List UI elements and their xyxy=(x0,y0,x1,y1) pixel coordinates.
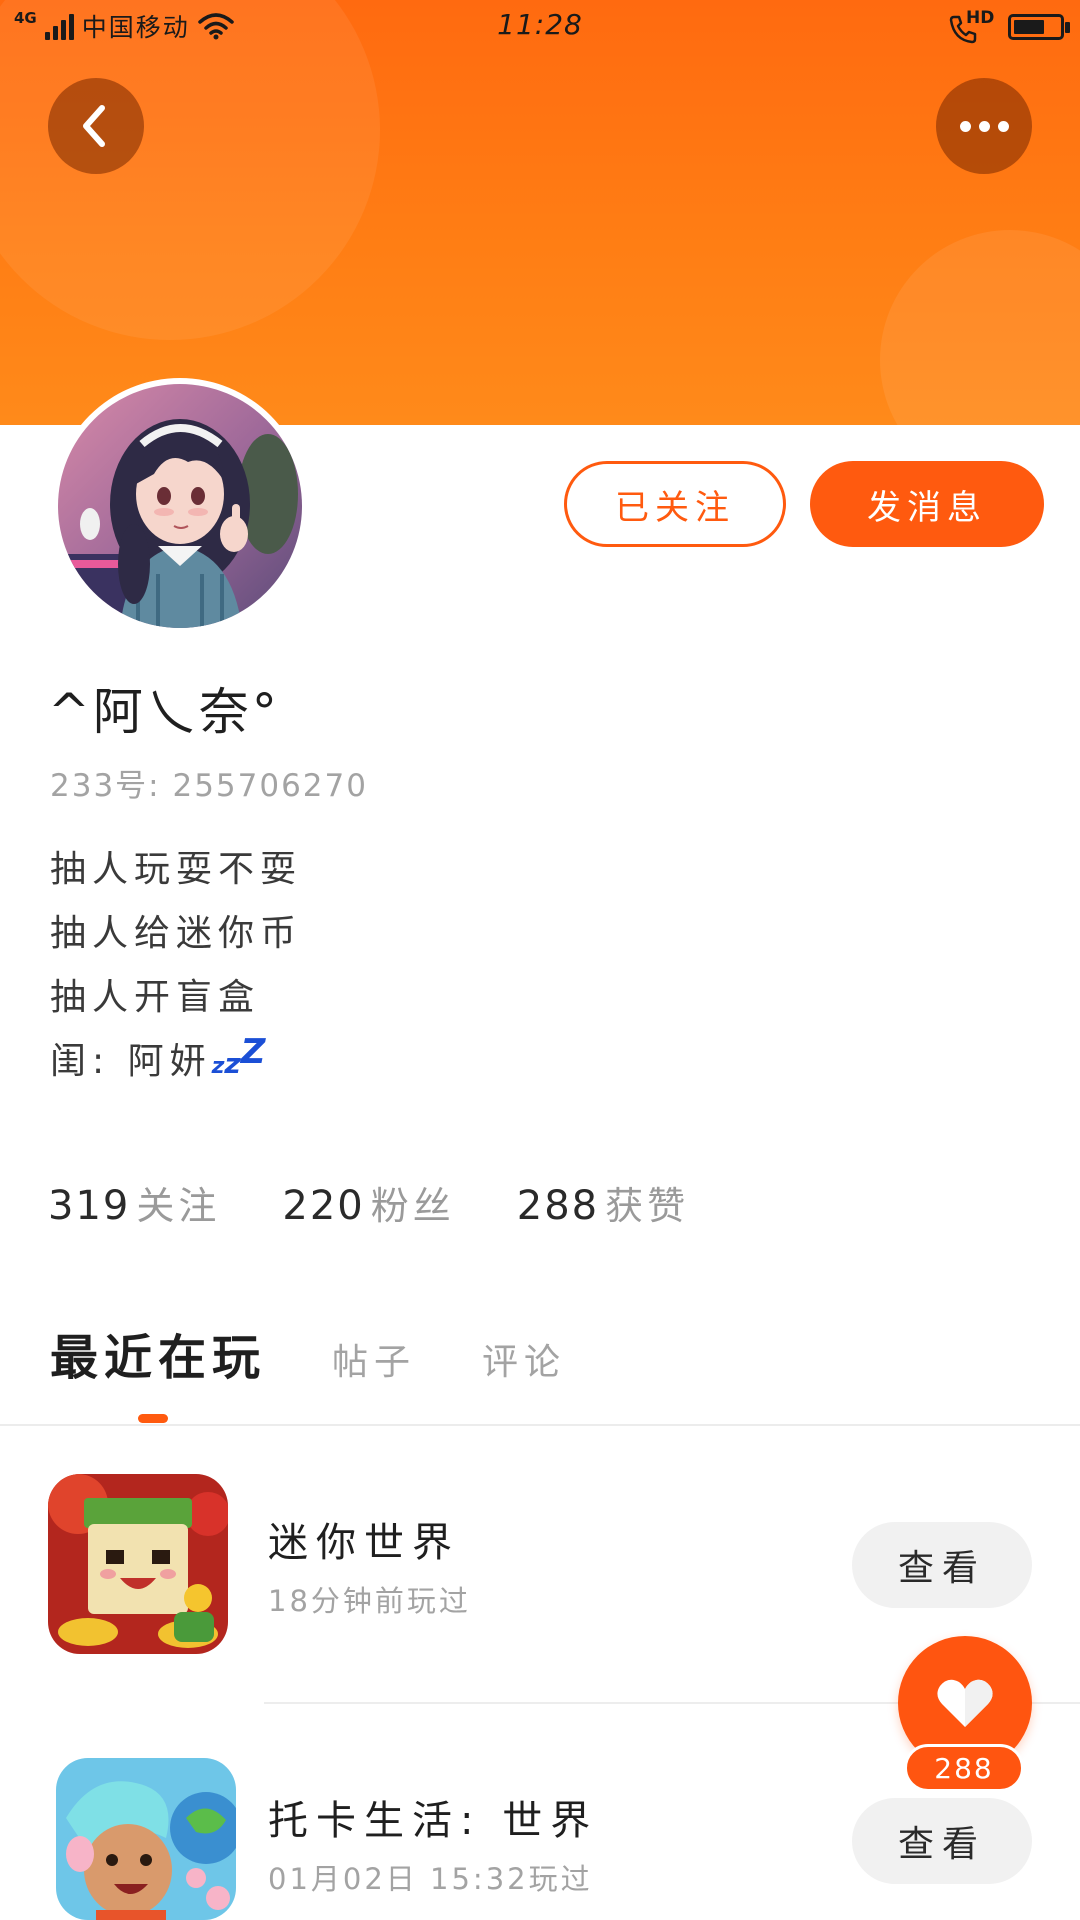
active-tab-indicator xyxy=(138,1414,168,1423)
back-button[interactable] xyxy=(48,78,144,174)
hd-label: HD xyxy=(966,8,995,28)
game-title[interactable]: 托卡生活: 世界 xyxy=(268,1788,598,1846)
stat-label: 获赞 xyxy=(605,1184,690,1228)
chevron-left-icon xyxy=(83,105,105,147)
following-button[interactable]: 已关注 xyxy=(564,461,786,547)
stat-value: 288 xyxy=(516,1183,600,1229)
send-message-button[interactable]: 发消息 xyxy=(810,461,1044,547)
bio-line: 闺: 阿妍zzZ xyxy=(50,1030,302,1099)
stat-following[interactable]: 319 关注 xyxy=(48,1175,220,1230)
game-title[interactable]: 迷你世界 xyxy=(268,1510,460,1568)
stat-label: 粉丝 xyxy=(370,1184,455,1228)
view-game-button[interactable]: 查看 xyxy=(852,1798,1032,1884)
battery-icon xyxy=(1008,14,1070,40)
game-last-played: 01月02日 15:32玩过 xyxy=(268,1862,593,1896)
profile-nickname: ^阿乀奈° xyxy=(48,683,280,741)
hd-call-icon: HD xyxy=(948,8,995,44)
bio-line: 抽人玩耍不耍 xyxy=(50,849,303,890)
stat-followers[interactable]: 220 粉丝 xyxy=(282,1175,454,1230)
status-bar: 4G 中国移动 11:28 HD xyxy=(0,0,1080,52)
like-count-badge: 288 xyxy=(904,1744,1024,1792)
more-dots-icon xyxy=(959,120,1009,132)
game-last-played: 18分钟前玩过 xyxy=(268,1584,471,1618)
heart-icon xyxy=(937,1679,993,1727)
banner-decoration xyxy=(880,230,1080,425)
avatar[interactable] xyxy=(52,378,308,634)
more-options-button[interactable] xyxy=(936,78,1032,174)
toca-life-world-game-icon[interactable] xyxy=(56,1758,236,1920)
bio-line-text: 闺: 阿妍 xyxy=(50,1041,212,1082)
clock: 11:28 xyxy=(497,8,583,41)
profile-user-id: 233号: 255706270 xyxy=(50,768,368,804)
tab-comments[interactable]: 评论 xyxy=(482,1333,566,1385)
mini-world-game-icon[interactable] xyxy=(48,1474,228,1654)
bio-line: 抽人开盲盒 xyxy=(50,977,261,1018)
profile-header-banner: 4G 中国移动 11:28 HD xyxy=(0,0,1080,425)
sleeping-zzz-icon: zzZ xyxy=(211,1032,266,1080)
stat-value: 319 xyxy=(48,1183,131,1229)
stat-label: 关注 xyxy=(136,1184,221,1228)
profile-stats: 319 关注 220 粉丝 288 获赞 xyxy=(48,1175,689,1230)
tab-recently-played[interactable]: 最近在玩 xyxy=(50,1318,266,1388)
profile-tabs: 最近在玩 帖子 评论 xyxy=(50,1318,566,1388)
profile-bio: 抽人玩耍不耍 抽人给迷你币 抽人开盲盒 闺: 阿妍zzZ xyxy=(50,838,302,1099)
stat-value: 220 xyxy=(282,1183,365,1229)
tab-posts[interactable]: 帖子 xyxy=(332,1333,416,1385)
avatar-image xyxy=(58,384,302,628)
view-game-button[interactable]: 查看 xyxy=(852,1522,1032,1608)
divider xyxy=(0,1424,1080,1426)
bio-line: 抽人给迷你币 xyxy=(50,913,303,954)
stat-likes[interactable]: 288 获赞 xyxy=(517,1175,689,1230)
